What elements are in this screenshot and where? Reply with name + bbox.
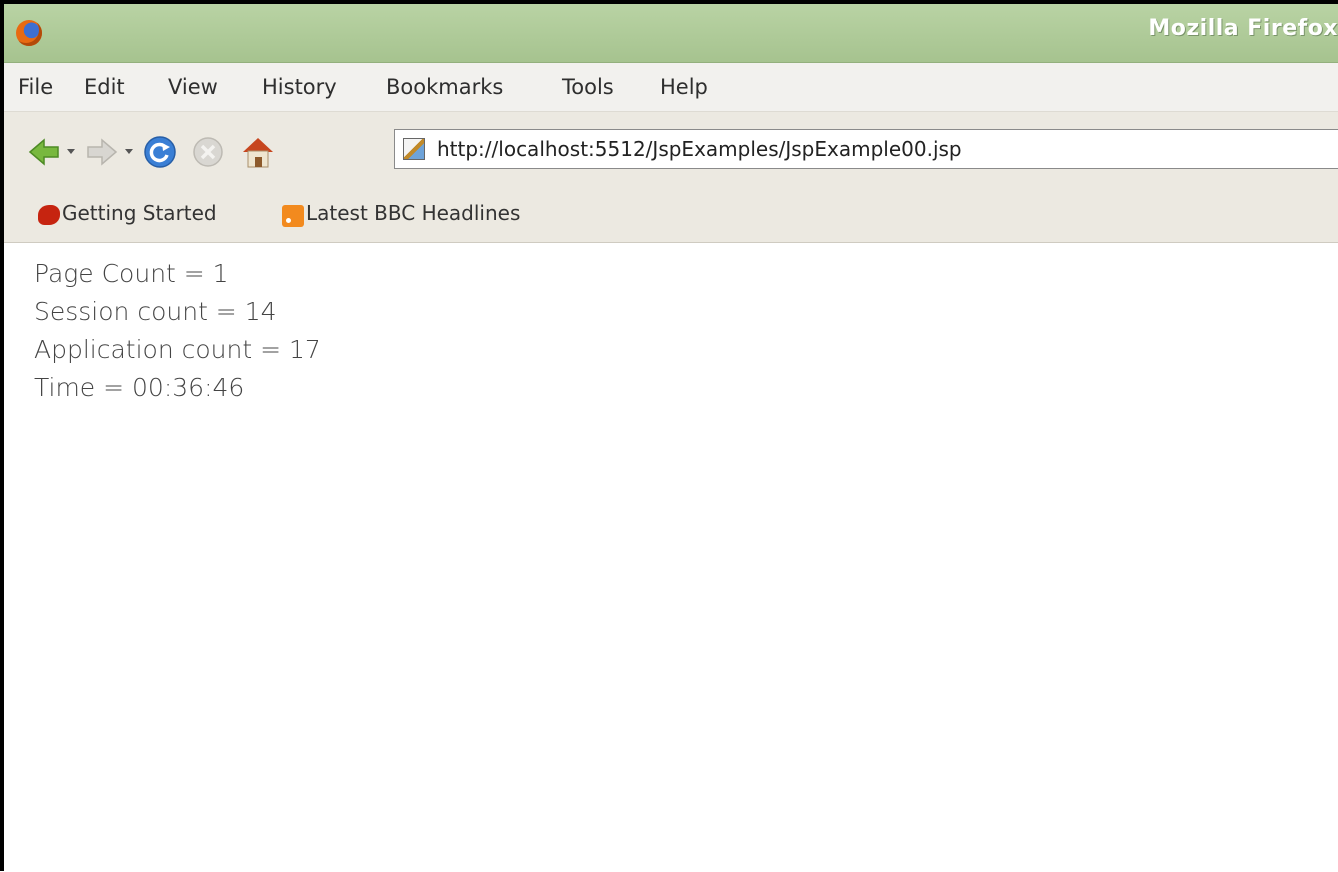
window-title: Mozilla Firefox — [1148, 16, 1338, 41]
menu-bookmarks[interactable]: Bookmarks — [386, 75, 503, 99]
menu-history[interactable]: History — [262, 75, 337, 99]
menu-help[interactable]: Help — [660, 75, 708, 99]
bookmarks-toolbar: Getting Started Latest BBC Headlines — [4, 186, 1338, 243]
forward-icon[interactable] — [84, 134, 120, 170]
time-text: Time = 00:36:46 — [34, 373, 245, 402]
navigation-toolbar: http://localhost:5512/JspExamples/JspExa… — [4, 112, 1338, 186]
getting-started-icon — [38, 205, 60, 225]
menu-file[interactable]: File — [18, 75, 53, 99]
back-icon[interactable] — [26, 134, 62, 170]
menu-bar: File Edit View History Bookmarks Tools H… — [4, 63, 1338, 112]
url-text[interactable]: http://localhost:5512/JspExamples/JspExa… — [437, 137, 962, 161]
url-bar[interactable]: http://localhost:5512/JspExamples/JspExa… — [394, 129, 1338, 169]
back-dropdown-icon[interactable] — [67, 149, 75, 154]
browser-window: Mozilla Firefox File Edit View History B… — [0, 0, 1338, 872]
session-count-text: Session count = 14 — [34, 297, 277, 326]
page-icon — [403, 138, 425, 160]
reload-icon[interactable] — [142, 134, 178, 170]
menu-view[interactable]: View — [168, 75, 218, 99]
application-count-text: Application count = 17 — [34, 335, 321, 364]
rss-feed-icon — [282, 205, 304, 227]
menu-edit[interactable]: Edit — [84, 75, 125, 99]
forward-dropdown-icon[interactable] — [125, 149, 133, 154]
title-bar: Mozilla Firefox — [4, 4, 1338, 63]
page-content: Page Count = 1 Session count = 14 Applic… — [4, 243, 1338, 872]
home-icon[interactable] — [240, 134, 276, 170]
bookmark-getting-started[interactable]: Getting Started — [62, 201, 217, 225]
page-count-text: Page Count = 1 — [34, 259, 229, 288]
menu-tools[interactable]: Tools — [562, 75, 614, 99]
stop-icon[interactable] — [190, 134, 226, 170]
firefox-icon[interactable] — [16, 20, 42, 46]
bookmark-bbc-headlines[interactable]: Latest BBC Headlines — [306, 201, 520, 225]
